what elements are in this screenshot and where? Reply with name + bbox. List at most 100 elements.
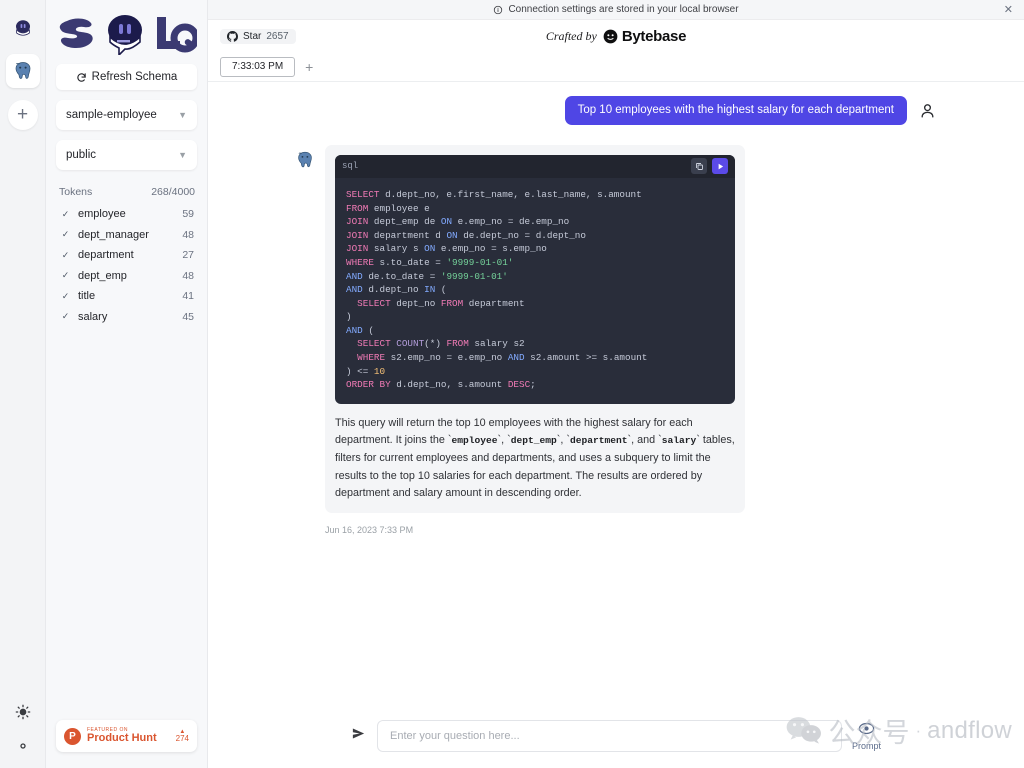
list-item[interactable]: ✓ salary 45 xyxy=(56,307,197,328)
play-icon xyxy=(716,162,725,171)
copy-code-button[interactable] xyxy=(691,158,707,174)
table-name: salary xyxy=(78,311,182,323)
product-hunt-name: Product Hunt xyxy=(87,733,170,745)
gear-icon[interactable] xyxy=(15,738,31,754)
add-connection-label: + xyxy=(17,101,28,129)
message-timestamp: Jun 16, 2023 7:33 PM xyxy=(325,525,938,535)
send-icon[interactable] xyxy=(351,726,367,746)
table-name: dept_manager xyxy=(78,229,182,241)
table-tokens: 59 xyxy=(182,208,194,220)
tokens-summary: Tokens 268/4000 xyxy=(56,186,197,198)
bytebase-logo-icon xyxy=(603,29,618,44)
table-tokens: 45 xyxy=(182,311,194,323)
table-name: department xyxy=(78,249,182,261)
connection-rail: + xyxy=(0,0,46,768)
database-select[interactable]: sample-employee ▼ xyxy=(56,100,197,130)
person-icon xyxy=(919,102,936,119)
refresh-icon xyxy=(76,72,87,83)
user-message: Top 10 employees with the highest salary… xyxy=(294,96,938,125)
schema-select[interactable]: public ▼ xyxy=(56,140,197,170)
close-icon[interactable]: ✕ xyxy=(1004,3,1013,16)
question-input[interactable] xyxy=(390,730,829,742)
question-input-wrap[interactable] xyxy=(377,720,842,752)
app-root: + xyxy=(0,0,1024,768)
tokens-value: 268/4000 xyxy=(151,186,195,198)
rail-item-connection-mysql[interactable] xyxy=(6,12,40,46)
table-list: ✓ employee 59 ✓ dept_manager 48 ✓ depart… xyxy=(56,204,197,327)
robot-database-icon xyxy=(11,17,35,41)
postgres-elephant-icon xyxy=(294,149,316,171)
github-star-button[interactable]: Star 2657 xyxy=(220,29,296,44)
postgres-elephant-icon xyxy=(11,59,35,83)
app-logo xyxy=(56,8,197,58)
prompt-label: Prompt xyxy=(852,741,881,751)
table-name: dept_emp xyxy=(78,270,182,282)
chat-scroll-area[interactable]: Top 10 employees with the highest salary… xyxy=(208,82,1024,704)
product-hunt-text: FEATURED ON Product Hunt xyxy=(87,728,170,745)
database-select-value: sample-employee xyxy=(66,109,157,121)
run-query-button[interactable] xyxy=(712,158,728,174)
code-block-content[interactable]: SELECT d.dept_no, e.first_name, e.last_n… xyxy=(335,178,735,404)
list-item[interactable]: ✓ dept_emp 48 xyxy=(56,266,197,287)
schema-sidebar: Refresh Schema sample-employee ▼ public … xyxy=(46,0,208,768)
tab-conversation[interactable]: 7:33:03 PM xyxy=(220,57,295,77)
bytebase-brand[interactable]: Bytebase xyxy=(603,28,686,45)
refresh-schema-label: Refresh Schema xyxy=(92,71,178,83)
connection-notice-text: Connection settings are stored in your l… xyxy=(508,4,738,15)
github-star-label: Star xyxy=(243,31,261,42)
bytebase-name: Bytebase xyxy=(622,28,686,45)
code-language-label: sql xyxy=(342,161,358,171)
list-item[interactable]: ✓ title 41 xyxy=(56,286,197,307)
check-icon[interactable]: ✓ xyxy=(60,250,71,261)
product-hunt-vote-count: 274 xyxy=(176,735,189,743)
paper-plane-icon xyxy=(351,726,366,741)
table-tokens: 48 xyxy=(182,270,194,282)
main-panel: Connection settings are stored in your l… xyxy=(208,0,1024,768)
github-icon xyxy=(227,31,238,42)
chevron-down-icon: ▼ xyxy=(178,150,187,160)
schema-select-value: public xyxy=(66,149,96,161)
top-bar: Star 2657 Crafted by Bytebase xyxy=(208,20,1024,52)
table-tokens: 48 xyxy=(182,229,194,241)
prompt-button[interactable]: Prompt xyxy=(852,722,881,751)
explanation-part: `, ` xyxy=(557,434,570,446)
explanation-code-salary: salary xyxy=(662,435,697,446)
connection-notice-bar: Connection settings are stored in your l… xyxy=(208,0,1024,20)
info-circle-icon xyxy=(493,5,503,15)
list-item[interactable]: ✓ employee 59 xyxy=(56,204,197,225)
new-tab-button[interactable]: + xyxy=(299,57,319,77)
check-icon[interactable]: ✓ xyxy=(60,229,71,240)
avatar xyxy=(294,149,316,171)
code-block: sql xyxy=(335,155,735,404)
chevron-down-icon: ▼ xyxy=(178,110,187,120)
conversation-tab-bar: 7:33:03 PM + xyxy=(208,52,1024,82)
sun-icon[interactable] xyxy=(15,704,31,720)
table-name: title xyxy=(78,290,182,302)
product-hunt-badge[interactable]: P FEATURED ON Product Hunt ▲ 274 xyxy=(56,720,197,752)
crafted-by-bytebase: Crafted by Bytebase xyxy=(208,20,1024,52)
github-star-count: 2657 xyxy=(266,31,288,42)
explanation-code-employee: employee xyxy=(451,435,497,446)
rail-item-connection-postgres[interactable] xyxy=(6,54,40,88)
code-block-header: sql xyxy=(335,155,735,178)
list-item[interactable]: ✓ dept_manager 48 xyxy=(56,225,197,246)
explanation-part: `, and ` xyxy=(628,434,662,446)
add-connection-button[interactable]: + xyxy=(8,100,38,130)
composer-wrap: Prompt xyxy=(351,720,881,752)
assistant-message: sql xyxy=(294,145,938,513)
check-icon[interactable]: ✓ xyxy=(60,270,71,281)
new-tab-label: + xyxy=(305,59,313,75)
avatar xyxy=(916,99,938,121)
tokens-label: Tokens xyxy=(59,186,92,198)
table-tokens: 27 xyxy=(182,249,194,261)
crafted-by-label: Crafted by xyxy=(546,29,597,44)
explanation-code-dept-emp: dept_emp xyxy=(511,435,557,446)
check-icon[interactable]: ✓ xyxy=(60,291,71,302)
copy-icon xyxy=(695,162,704,171)
composer-bar: Prompt xyxy=(208,704,1024,768)
code-block-actions xyxy=(691,158,728,174)
check-icon[interactable]: ✓ xyxy=(60,209,71,220)
refresh-schema-button[interactable]: Refresh Schema xyxy=(56,64,197,90)
check-icon[interactable]: ✓ xyxy=(60,311,71,322)
list-item[interactable]: ✓ department 27 xyxy=(56,245,197,266)
